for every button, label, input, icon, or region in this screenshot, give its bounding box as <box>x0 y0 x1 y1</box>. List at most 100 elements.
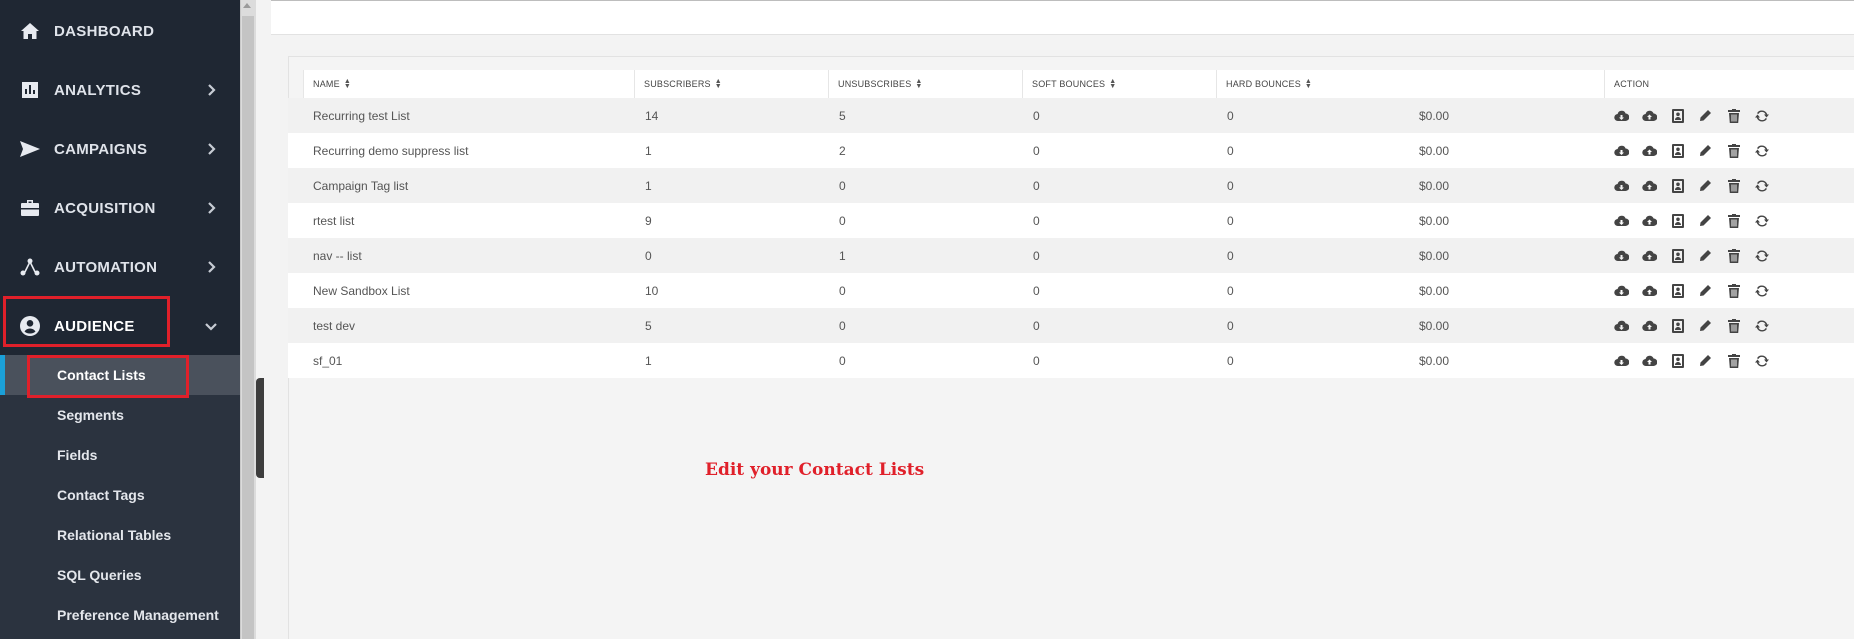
pencil-icon[interactable] <box>1697 282 1714 299</box>
pencil-icon[interactable] <box>1697 177 1714 194</box>
contact-card-icon[interactable] <box>1669 177 1686 194</box>
column-header-action: ACTION <box>1604 70 1854 98</box>
refresh-icon[interactable] <box>1753 282 1770 299</box>
audience-submenu: Contact Lists Segments Fields Contact Ta… <box>0 355 240 639</box>
sort-icon: ▲ ▼ <box>915 78 923 90</box>
cloud-download-icon[interactable] <box>1613 282 1630 299</box>
cell-unsubscribes: 0 <box>839 283 846 298</box>
pencil-icon[interactable] <box>1697 212 1714 229</box>
cell-soft-bounces: 0 <box>1033 283 1040 298</box>
cell-name: New Sandbox List <box>313 283 410 298</box>
submenu-item-contact-tags[interactable]: Contact Tags <box>0 475 240 515</box>
cloud-upload-icon[interactable] <box>1641 107 1658 124</box>
pencil-icon[interactable] <box>1697 352 1714 369</box>
refresh-icon[interactable] <box>1753 352 1770 369</box>
cell-hard-bounces: 0 <box>1227 143 1234 158</box>
column-header-subscribers[interactable]: SUBSCRIBERS ▲ ▼ <box>634 70 828 98</box>
sort-icon: ▲ ▼ <box>1109 78 1117 90</box>
cell-amount: $0.00 <box>1419 108 1450 123</box>
cell-subscribers: 9 <box>645 213 652 228</box>
column-header-soft-bounces[interactable]: SOFT BOUNCES ▲ ▼ <box>1022 70 1216 98</box>
trash-icon[interactable] <box>1725 247 1742 264</box>
table-row: New Sandbox List 10 0 0 0 $0.00 <box>288 273 1854 308</box>
cloud-download-icon[interactable] <box>1613 247 1630 264</box>
column-header-hard-bounces[interactable]: HARD BOUNCES ▲ ▼ <box>1216 70 1604 98</box>
contact-card-icon[interactable] <box>1669 247 1686 264</box>
cloud-upload-icon[interactable] <box>1641 212 1658 229</box>
trash-icon[interactable] <box>1725 107 1742 124</box>
cloud-download-icon[interactable] <box>1613 107 1630 124</box>
contact-card-icon[interactable] <box>1669 107 1686 124</box>
user-circle-icon <box>18 314 42 338</box>
trash-icon[interactable] <box>1725 282 1742 299</box>
nav-item-dashboard[interactable]: DASHBOARD <box>0 2 240 60</box>
cloud-upload-icon[interactable] <box>1641 282 1658 299</box>
column-header-name[interactable]: NAME ▲ ▼ <box>303 70 634 98</box>
cell-name: rtest list <box>313 213 355 228</box>
cloud-download-icon[interactable] <box>1613 142 1630 159</box>
pencil-icon[interactable] <box>1697 107 1714 124</box>
cloud-download-icon[interactable] <box>1613 317 1630 334</box>
nav-item-campaigns[interactable]: CAMPAIGNS <box>0 120 240 178</box>
refresh-icon[interactable] <box>1753 107 1770 124</box>
pencil-icon[interactable] <box>1697 317 1714 334</box>
sidebar-collapse-handle[interactable] <box>256 378 264 478</box>
cell-name: test dev <box>313 318 356 333</box>
submenu-item-fields[interactable]: Fields <box>0 435 240 475</box>
refresh-icon[interactable] <box>1753 317 1770 334</box>
chevron-right-icon <box>204 83 218 97</box>
cell-name: Recurring demo suppress list <box>313 143 469 158</box>
contact-card-icon[interactable] <box>1669 212 1686 229</box>
sort-icon: ▲ ▼ <box>343 78 351 90</box>
cell-amount: $0.00 <box>1419 178 1450 193</box>
cloud-download-icon[interactable] <box>1613 352 1630 369</box>
trash-icon[interactable] <box>1725 317 1742 334</box>
submenu-item-contact-lists[interactable]: Contact Lists <box>0 355 240 395</box>
nav-item-analytics[interactable]: ANALYTICS <box>0 61 240 119</box>
contact-card-icon[interactable] <box>1669 282 1686 299</box>
home-icon <box>18 19 42 43</box>
refresh-icon[interactable] <box>1753 212 1770 229</box>
contact-card-icon[interactable] <box>1669 142 1686 159</box>
chevron-right-icon <box>204 201 218 215</box>
cell-subscribers: 1 <box>645 178 652 193</box>
submenu-item-segments[interactable]: Segments <box>0 395 240 435</box>
cell-soft-bounces: 0 <box>1033 318 1040 333</box>
column-header-unsubscribes[interactable]: UNSUBSCRIBES ▲ ▼ <box>828 70 1022 98</box>
refresh-icon[interactable] <box>1753 247 1770 264</box>
cloud-download-icon[interactable] <box>1613 212 1630 229</box>
scroll-up-arrow-icon[interactable] <box>243 3 251 8</box>
cell-subscribers: 5 <box>645 318 652 333</box>
trash-icon[interactable] <box>1725 212 1742 229</box>
trash-icon[interactable] <box>1725 352 1742 369</box>
cloud-upload-icon[interactable] <box>1641 352 1658 369</box>
nav-item-automation[interactable]: AUTOMATION <box>0 238 240 296</box>
submenu-item-preference-management[interactable]: Preference Management <box>0 595 240 635</box>
scrollbar-thumb[interactable] <box>242 16 254 639</box>
table-row: Campaign Tag list 1 0 0 0 $0.00 <box>288 168 1854 203</box>
table-row: sf_01 1 0 0 0 $0.00 <box>288 343 1854 378</box>
refresh-icon[interactable] <box>1753 142 1770 159</box>
contact-card-icon[interactable] <box>1669 352 1686 369</box>
cell-soft-bounces: 0 <box>1033 248 1040 263</box>
submenu-item-sql-queries[interactable]: SQL Queries <box>0 555 240 595</box>
pencil-icon[interactable] <box>1697 247 1714 264</box>
nav-item-audience[interactable]: AUDIENCE <box>0 297 240 355</box>
table-row: test dev 5 0 0 0 $0.00 <box>288 308 1854 343</box>
nav-item-acquisition[interactable]: ACQUISITION <box>0 179 240 237</box>
submenu-item-relational-tables[interactable]: Relational Tables <box>0 515 240 555</box>
cloud-upload-icon[interactable] <box>1641 247 1658 264</box>
pencil-icon[interactable] <box>1697 142 1714 159</box>
cloud-upload-icon[interactable] <box>1641 142 1658 159</box>
trash-icon[interactable] <box>1725 142 1742 159</box>
refresh-icon[interactable] <box>1753 177 1770 194</box>
trash-icon[interactable] <box>1725 177 1742 194</box>
cell-subscribers: 1 <box>645 353 652 368</box>
cloud-upload-icon[interactable] <box>1641 177 1658 194</box>
cloud-download-icon[interactable] <box>1613 177 1630 194</box>
cloud-upload-icon[interactable] <box>1641 317 1658 334</box>
cell-amount: $0.00 <box>1419 353 1450 368</box>
contact-card-icon[interactable] <box>1669 317 1686 334</box>
cell-amount: $0.00 <box>1419 248 1450 263</box>
cell-hard-bounces: 0 <box>1227 108 1234 123</box>
